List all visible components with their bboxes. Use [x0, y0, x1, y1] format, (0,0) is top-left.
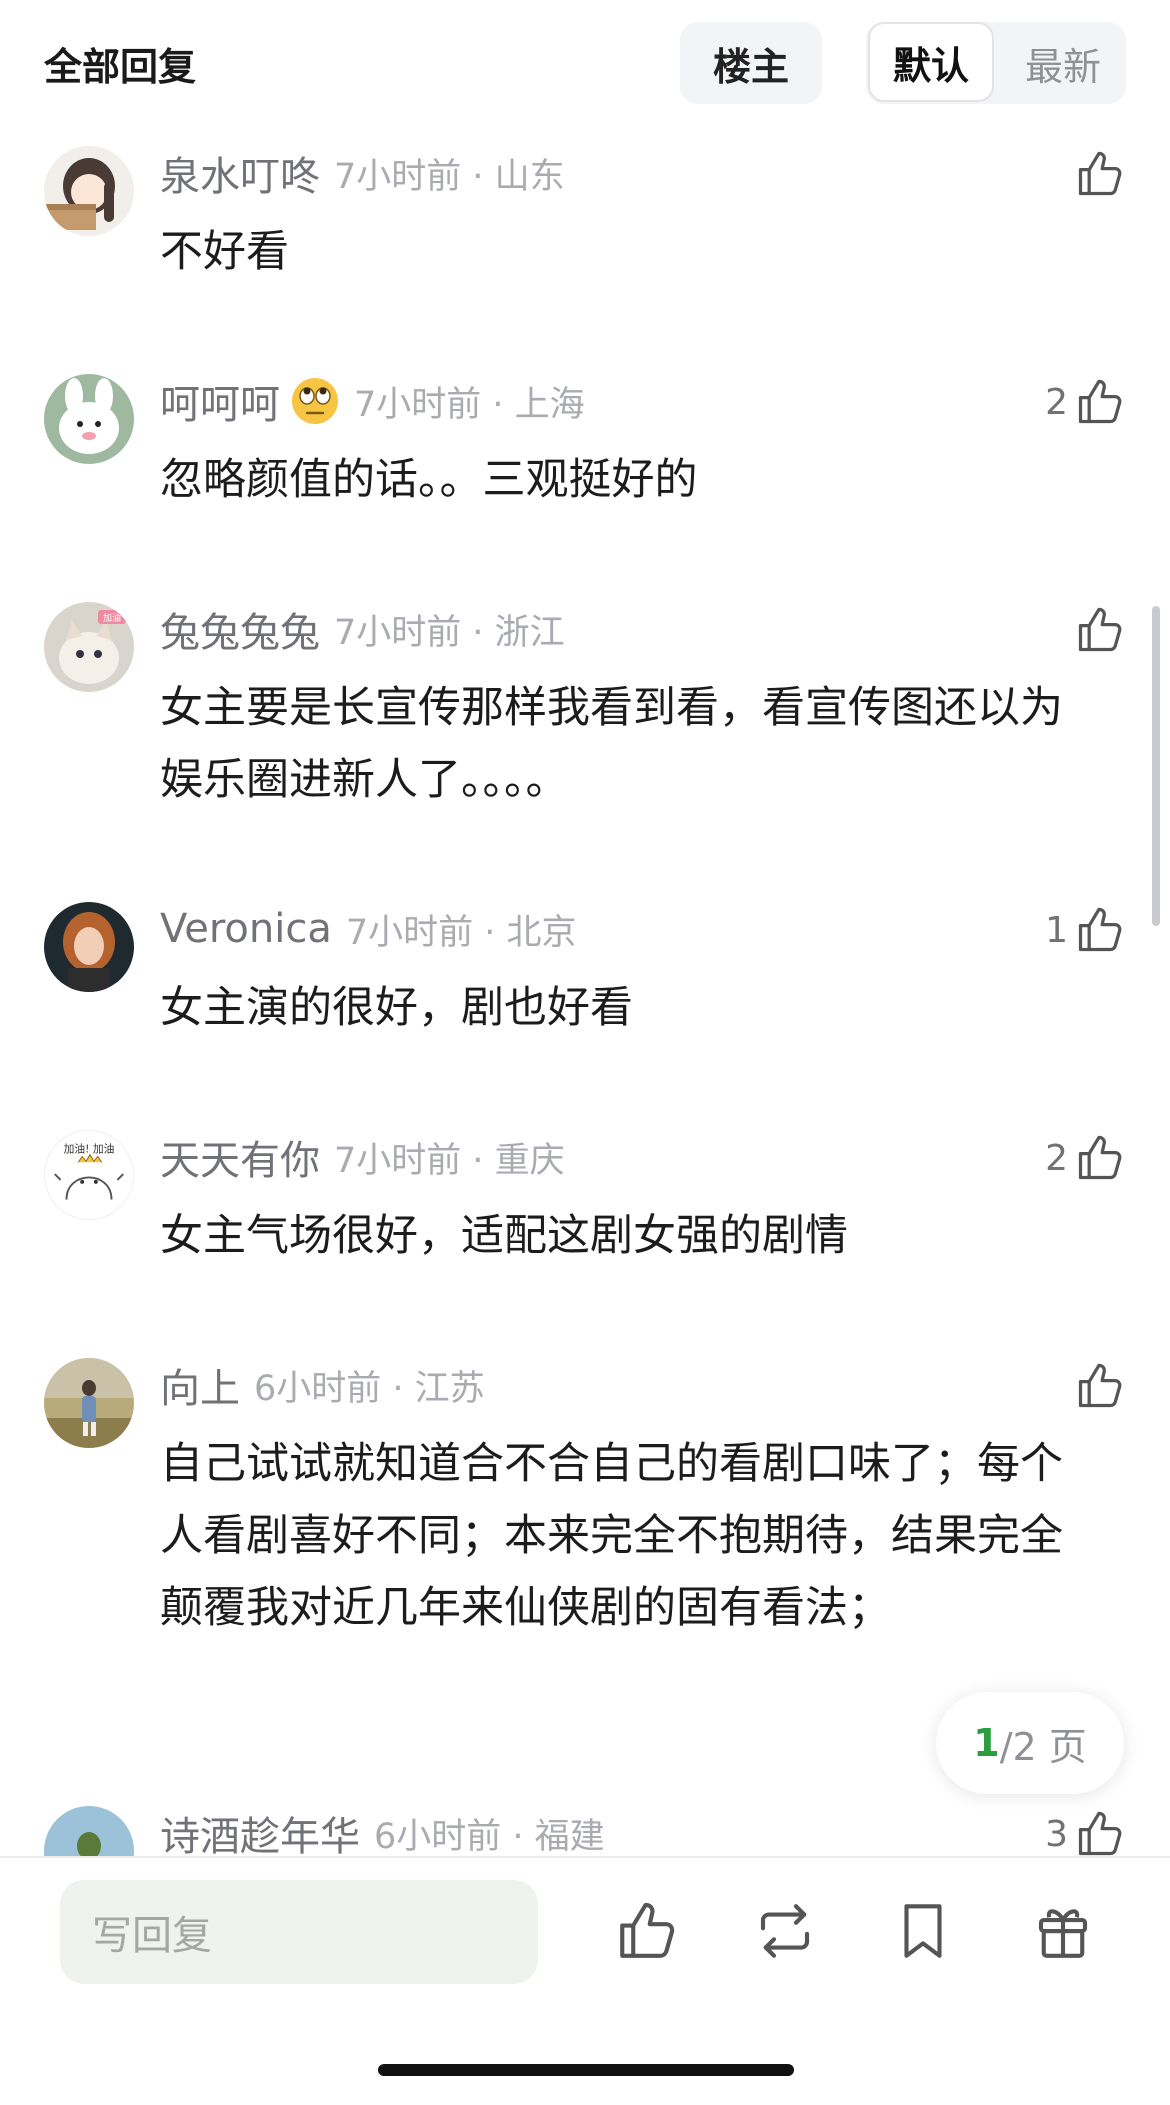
page-indicator[interactable]: 1 /2 页: [936, 1692, 1124, 1794]
scrollbar[interactable]: [1152, 606, 1160, 926]
avatar[interactable]: 加油: [44, 602, 134, 692]
comment-text: 女主演的很好，剧也好看: [160, 983, 633, 1033]
comment-item: 泉水叮咚 7小时前 · 山东 不好看: [0, 146, 1170, 306]
avatar-badge-text: 加油: [103, 612, 121, 624]
avatar[interactable]: [44, 1806, 134, 1856]
thumbs-up-icon: [1078, 379, 1122, 424]
thumbs-up-icon: [1078, 1363, 1122, 1408]
avatar-badge-text: 加油! 加油: [64, 1143, 115, 1156]
username[interactable]: 泉水叮咚: [160, 144, 320, 202]
like-count: 3: [1045, 1813, 1068, 1855]
username[interactable]: 向上: [160, 1356, 240, 1414]
current-page: 1: [973, 1721, 1000, 1765]
username[interactable]: 诗酒趁年华: [160, 1804, 360, 1856]
comment-time-location: 7小时前 · 上海: [354, 384, 585, 425]
comment-text: 女主要是长宣传那样我看到看，看宣传图还以为娱乐圈进新人了。。。。: [160, 683, 1063, 805]
comment-item: 诗酒趁年华 6小时前 · 福建 3: [0, 1806, 1170, 1856]
like-count: 2: [1045, 381, 1068, 423]
repost-icon[interactable]: [752, 1898, 818, 1964]
like-button[interactable]: 2: [1045, 1130, 1126, 1186]
comment-text: 忽略颜值的话。。三观挺好的: [160, 455, 698, 505]
like-button[interactable]: [1068, 1358, 1126, 1414]
comment-time-location: 7小时前 · 北京: [345, 912, 577, 953]
bookmark-icon[interactable]: [890, 1898, 956, 1964]
gift-icon[interactable]: [1030, 1898, 1096, 1964]
comment-time-location: 7小时前 · 浙江: [334, 612, 565, 653]
avatar[interactable]: [44, 146, 134, 236]
thumbs-up-icon: [1078, 1135, 1122, 1180]
thumbs-up-icon: [1078, 151, 1122, 196]
comment-time-location: 6小时前 · 福建: [374, 1816, 605, 1857]
comment-item: 加油 兔兔兔兔 7小时前 · 浙江 女主要是长宣传那样我看到看，看宣传图还以为娱…: [0, 602, 1170, 842]
total-pages: /2 页: [999, 1724, 1087, 1769]
comment-text: 不好看: [160, 227, 289, 277]
comment-item: Veronica 7小时前 · 北京 1 女主演的很好，剧也好看: [0, 902, 1170, 1062]
avatar[interactable]: [44, 902, 134, 992]
like-button[interactable]: 1: [1045, 902, 1126, 958]
like-count: 2: [1045, 1137, 1068, 1179]
thumbs-up-icon: [1078, 607, 1122, 652]
eye-roll-emoji-icon: [292, 378, 338, 424]
comment-text: 自己试试就知道合不合自己的看剧口味了；每个人看剧喜好不同；本来完全不抱期待，结果…: [160, 1439, 1063, 1633]
reply-input[interactable]: 写回复: [60, 1880, 538, 1984]
avatar[interactable]: 加油! 加油: [44, 1130, 134, 1220]
like-button[interactable]: 3: [1045, 1806, 1126, 1856]
like-button[interactable]: [1068, 602, 1126, 658]
bottom-action-bar: 写回复: [0, 1856, 1170, 2105]
comment-time-location: 7小时前 · 山东: [334, 156, 565, 197]
comment-list: 泉水叮咚 7小时前 · 山东 不好看 呵呵呵 7小时前 · 上海 2 忽略颜值的…: [0, 0, 1170, 1856]
username[interactable]: 呵呵呵: [160, 372, 280, 430]
comment-time-location: 7小时前 · 重庆: [334, 1140, 565, 1181]
comment-item: 加油! 加油 天天有你 7小时前 · 重庆 2 女主气场很好，适配这剧女强的剧情: [0, 1130, 1170, 1290]
comment-time-location: 6小时前 · 江苏: [254, 1368, 485, 1409]
username[interactable]: 兔兔兔兔: [160, 600, 320, 658]
comment-item: 呵呵呵 7小时前 · 上海 2 忽略颜值的话。。三观挺好的: [0, 374, 1170, 534]
thumbs-up-icon[interactable]: [614, 1898, 680, 1964]
username[interactable]: Veronica: [160, 906, 332, 952]
like-button[interactable]: [1068, 146, 1126, 202]
thumbs-up-icon: [1078, 907, 1122, 952]
avatar[interactable]: [44, 1358, 134, 1448]
username[interactable]: 天天有你: [160, 1128, 320, 1186]
thumbs-up-icon: [1078, 1811, 1122, 1856]
home-indicator[interactable]: [378, 2064, 794, 2076]
like-count: 1: [1045, 909, 1068, 951]
like-button[interactable]: 2: [1045, 374, 1126, 430]
avatar[interactable]: [44, 374, 134, 464]
comment-item: 向上 6小时前 · 江苏 自己试试就知道合不合自己的看剧口味了；每个人看剧喜好不…: [0, 1358, 1170, 1738]
comment-text: 女主气场很好，适配这剧女强的剧情: [160, 1211, 848, 1261]
